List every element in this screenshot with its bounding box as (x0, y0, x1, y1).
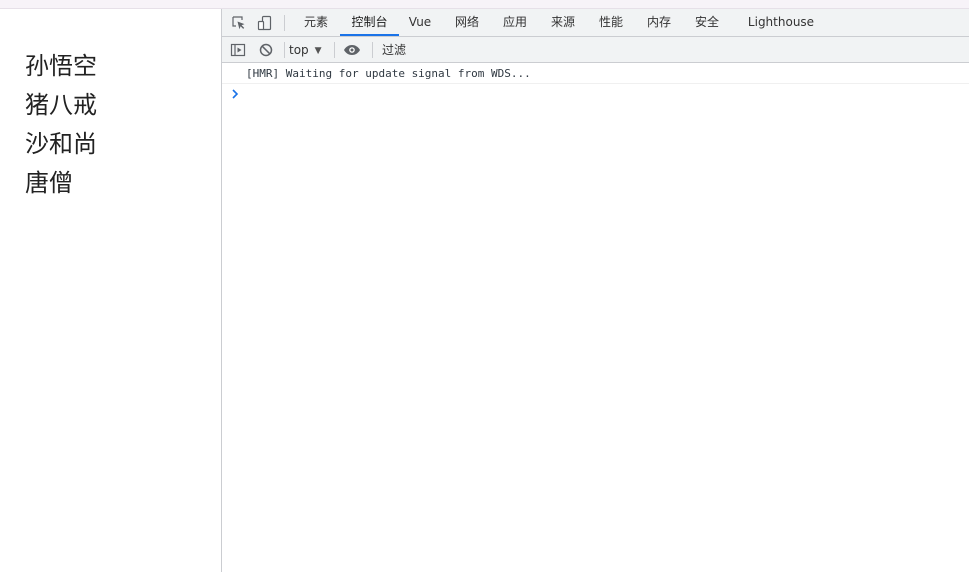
show-sidebar-icon (230, 43, 246, 57)
tab-application[interactable]: 应用 (494, 9, 536, 36)
tab-memory[interactable]: 内存 (638, 9, 680, 36)
toolbar-divider (284, 15, 285, 31)
toolbar-divider (284, 42, 285, 58)
console-message-text: [HMR] Waiting for update signal from WDS… (246, 67, 531, 80)
tab-sources[interactable]: 来源 (542, 9, 584, 36)
list-item: 孙悟空 (25, 52, 97, 80)
inspect-element-button[interactable] (229, 13, 249, 33)
console-message: [HMR] Waiting for update signal from WDS… (222, 66, 969, 84)
active-tab-indicator (340, 34, 399, 36)
screen: 孙悟空 猪八戒 沙和尚 唐僧 元素 控制台 Vue 网络 应用 来源 性能 内存… (0, 0, 969, 572)
list-item: 猪八戒 (25, 91, 97, 119)
inspect-element-icon (232, 16, 245, 30)
clear-console-button[interactable] (256, 40, 276, 60)
devtools-tab-bar: 元素 控制台 Vue 网络 应用 来源 性能 内存 安全 Lighthouse (222, 9, 969, 37)
tab-network[interactable]: 网络 (446, 9, 488, 36)
list-item: 沙和尚 (25, 130, 97, 158)
prompt-chevron-icon (232, 89, 239, 99)
tab-performance[interactable]: 性能 (590, 9, 632, 36)
toolbar-divider (334, 42, 335, 58)
devtools-panel: 元素 控制台 Vue 网络 应用 来源 性能 内存 安全 Lighthouse (221, 9, 969, 572)
console-prompt[interactable] (222, 85, 969, 103)
filter-input[interactable] (380, 40, 944, 59)
context-selector-value: top (289, 43, 309, 57)
chevron-down-icon: ▼ (314, 46, 322, 56)
console-output: [HMR] Waiting for update signal from WDS… (222, 63, 969, 572)
console-prompt-input[interactable] (246, 86, 946, 102)
console-toolbar: top ▼ (222, 37, 969, 63)
tab-security[interactable]: 安全 (686, 9, 728, 36)
tab-console[interactable]: 控制台 (340, 9, 399, 36)
eye-icon (344, 45, 360, 55)
tab-elements[interactable]: 元素 (294, 9, 338, 36)
live-expression-button[interactable] (342, 40, 362, 60)
clear-console-icon (259, 43, 273, 57)
browser-top-strip (0, 0, 969, 9)
list-item: 唐僧 (25, 169, 73, 197)
character-list: 孙悟空 猪八戒 沙和尚 唐僧 (25, 49, 97, 205)
device-toolbar-icon (257, 15, 272, 31)
page-viewport: 孙悟空 猪八戒 沙和尚 唐僧 (0, 9, 221, 572)
show-sidebar-button[interactable] (228, 40, 248, 60)
tab-vue[interactable]: Vue (403, 9, 437, 36)
device-toolbar-button[interactable] (255, 13, 275, 33)
tab-lighthouse[interactable]: Lighthouse (746, 9, 816, 36)
context-selector[interactable]: top ▼ (289, 40, 322, 60)
toolbar-divider (372, 42, 373, 58)
